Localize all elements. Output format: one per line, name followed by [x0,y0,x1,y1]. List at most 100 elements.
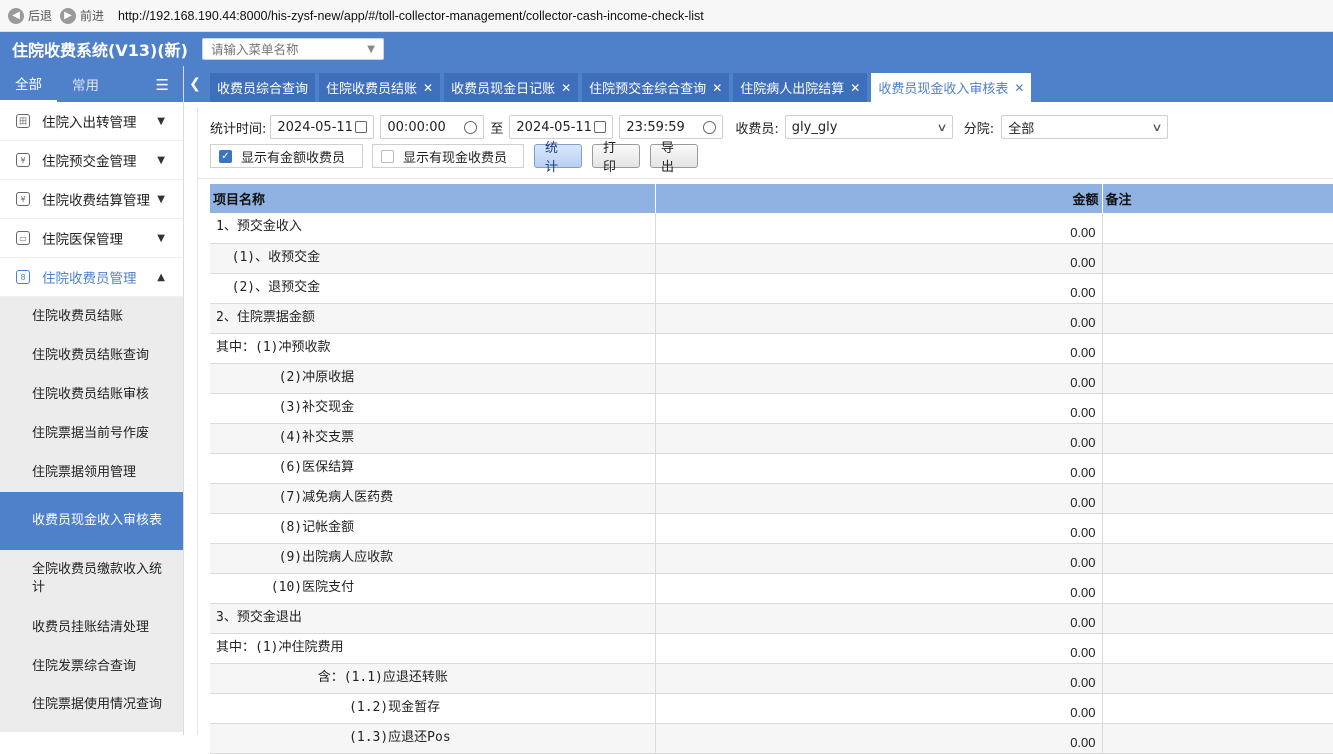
table-row[interactable]: (1)、收预交金 0.00 [210,243,1333,274]
end-date-value: 2024-05-11 [516,119,592,135]
table-row[interactable]: 其中：(1)冲住院费用 0.00 [210,633,1333,664]
cell-name: 其中：(1)冲住院费用 [210,633,656,664]
table-row[interactable]: 1、预交金收入 0.00 [210,213,1333,244]
table-row[interactable]: 含：(1.1)应退还转账 0.00 [210,663,1333,694]
end-time-field[interactable]: 23:59:59 [619,115,724,139]
forward-button[interactable]: ▶ 前进 [60,7,104,24]
collector-label: 收费员: [735,121,779,137]
sidebar-menu-item[interactable]: ¥ 住院收费结算管理 ▼ [0,180,183,219]
sidebar-menu: 田住院入出转管理 ▼ ¥ 住院预交金管理 ▼ ¥ 住院收费结算管理 ▼ ▭ 住院医保管理 ▼ 8 住院收… [0,102,183,732]
cell-name: 3、预交金退出 [210,603,656,634]
cell-amount: 0.00 [655,213,1103,244]
sidebar-submenu-item[interactable]: 住院票据使用情况查询 [0,686,183,732]
calendar-icon [355,121,368,133]
table-row[interactable]: (4)补交支票 0.00 [210,423,1333,454]
print-button[interactable]: 打 印 [592,141,640,175]
sidebar-menu-label: 住院收费员管理 [42,271,137,287]
table-row[interactable]: (10)医院支付 0.00 [210,573,1333,604]
collector-select[interactable]: gly_gly ∨ [784,115,953,139]
sidebar-menu-item[interactable]: 8 住院收费员管理 ▲ [0,258,183,297]
cell-name: (9)出院病人应收款 [210,543,656,574]
sidebar-submenu-item[interactable]: 住院票据当前号作废 [0,414,183,453]
menu-search-select[interactable]: ▼ [202,38,384,60]
column-header-remark[interactable]: 备注 [1102,184,1333,213]
cell-amount: 0.00 [655,573,1103,604]
table-row[interactable]: 3、预交金退出 0.00 [210,603,1333,634]
stat-button[interactable]: 统 计 [534,141,582,175]
table-row[interactable]: (1.3)应退还Pos 0.00 [210,723,1333,754]
table-row[interactable]: 其中：(1)冲预收款 0.00 [210,333,1333,364]
close-icon[interactable]: ✕ [850,81,860,95]
table-body: 1、预交金收入 0.00 (1)、收预交金 0.00 (2)、退预交金 0.00 2、住… [210,213,1333,754]
sidebar-submenu-item[interactable]: 住院票据领用管理 [0,453,183,492]
cell-remark [1102,603,1333,634]
page-tab-label: 住院收费员结账 [326,82,418,97]
sidebar-menu-item[interactable]: ¥ 住院预交金管理 ▼ [0,141,183,180]
chevron-down-icon: ▼ [157,154,165,166]
stat-time-label: 统计时间: [210,121,267,137]
menu-collapse-icon[interactable]: ☰ [156,76,169,94]
table-row[interactable]: (6)医保结算 0.00 [210,453,1333,484]
table-row[interactable]: (9)出院病人应收款 0.00 [210,543,1333,574]
cell-remark [1102,453,1333,484]
start-date-field[interactable]: 2024-05-11 [270,115,375,139]
sidebar-submenu-item[interactable]: 全院收费员缴款收入统计 [0,550,183,608]
page-tab-label: 住院病人出院结算 [740,82,845,97]
cell-amount: 0.00 [655,543,1103,574]
sidebar-menu-item[interactable]: 田住院入出转管理 ▼ [0,102,183,141]
page-tab-strip: ❮ 收费员综合查询 住院收费员结账 ✕ 收费员现金日记账 ✕ 住院预交金综合查询 ✕ 住院病人… [184,66,1333,102]
cell-remark [1102,333,1333,364]
cell-amount: 0.00 [655,723,1103,754]
table-row[interactable]: (8)记帐金额 0.00 [210,513,1333,544]
table-row[interactable]: (3)补交现金 0.00 [210,393,1333,424]
close-icon[interactable]: ✕ [712,81,722,95]
branch-select[interactable]: 全部 ∨ [1001,115,1169,139]
table-row[interactable]: (2)冲原收据 0.00 [210,363,1333,394]
chevron-down-icon: ▼ [367,43,375,55]
page-tab[interactable]: 住院病人出院结算 ✕ [733,73,868,102]
sidebar-submenu-item[interactable]: 收费员挂账结清处理 [0,608,183,647]
close-icon[interactable]: ✕ [1014,81,1024,95]
sidebar-tab-all[interactable]: 全部 [0,66,57,102]
page-tab[interactable]: 住院收费员结账 ✕ [319,73,441,102]
table-row[interactable]: (1.2)现金暂存 0.00 [210,693,1333,724]
sidebar-submenu-item[interactable]: 收费员现金收入审核表 [0,492,183,550]
address-bar[interactable]: http://192.168.190.44:8000/his-zysf-new/… [118,9,704,23]
column-header-name[interactable]: 项目名称 [210,184,656,213]
page-tabs: 收费员综合查询 住院收费员结账 ✕ 收费员现金日记账 ✕ 住院预交金综合查询 ✕ 住院病人出院… [206,73,1032,102]
close-icon[interactable]: ✕ [561,81,571,95]
menu-search-input[interactable] [211,41,351,57]
page-tab[interactable]: 收费员现金日记账 ✕ [444,73,579,102]
table-row[interactable]: (2)、退预交金 0.00 [210,273,1333,304]
start-time-field[interactable]: 00:00:00 [380,115,485,139]
cell-remark [1102,513,1333,544]
card-icon: ▭ [16,231,30,245]
main-content: 统计时间: 2024-05-11 00:00:00 至 2024-05-11 2… [197,108,1333,754]
page-tab[interactable]: 住院预交金综合查询 ✕ [582,73,730,102]
forward-arrow-icon: ▶ [60,7,77,24]
sidebar-submenu-item[interactable]: 住院收费员结账 [0,297,183,336]
export-button[interactable]: 导 出 [650,141,698,175]
page-tab-label: 住院预交金综合查询 [589,82,707,97]
clock-icon [703,120,717,134]
tab-scroll-left-icon[interactable]: ❮ [184,66,206,102]
cell-amount: 0.00 [655,513,1103,544]
table-row[interactable]: 2、住院票据金额 0.00 [210,303,1333,334]
sidebar-submenu-item[interactable]: 住院收费员结账查询 [0,336,183,375]
show-cash-label: 显示有现金收费员 [403,150,508,166]
back-button[interactable]: ◀ 后退 [8,7,52,24]
show-cash-checkbox[interactable]: 显示有现金收费员 [372,144,524,168]
sidebar-menu-item[interactable]: ▭ 住院医保管理 ▼ [0,219,183,258]
end-date-field[interactable]: 2024-05-11 [509,115,614,139]
page-tab[interactable]: 收费员综合查询 [210,73,316,102]
cell-name: 1、预交金收入 [210,213,656,244]
show-amount-checkbox[interactable]: ✓ 显示有金额收费员 [210,144,363,168]
sidebar-tab-favorites[interactable]: 常用 [57,66,114,102]
page-tab[interactable]: 收费员现金收入审核表 ✕ [871,73,1032,102]
column-header-amount[interactable]: 金额 [655,184,1103,213]
table-row[interactable]: (7)减免病人医药费 0.00 [210,483,1333,514]
chevron-down-icon: ∨ [936,120,948,134]
close-icon[interactable]: ✕ [423,81,433,95]
sidebar-submenu-item[interactable]: 住院发票综合查询 [0,647,183,686]
sidebar-submenu-item[interactable]: 住院收费员结账审核 [0,375,183,414]
